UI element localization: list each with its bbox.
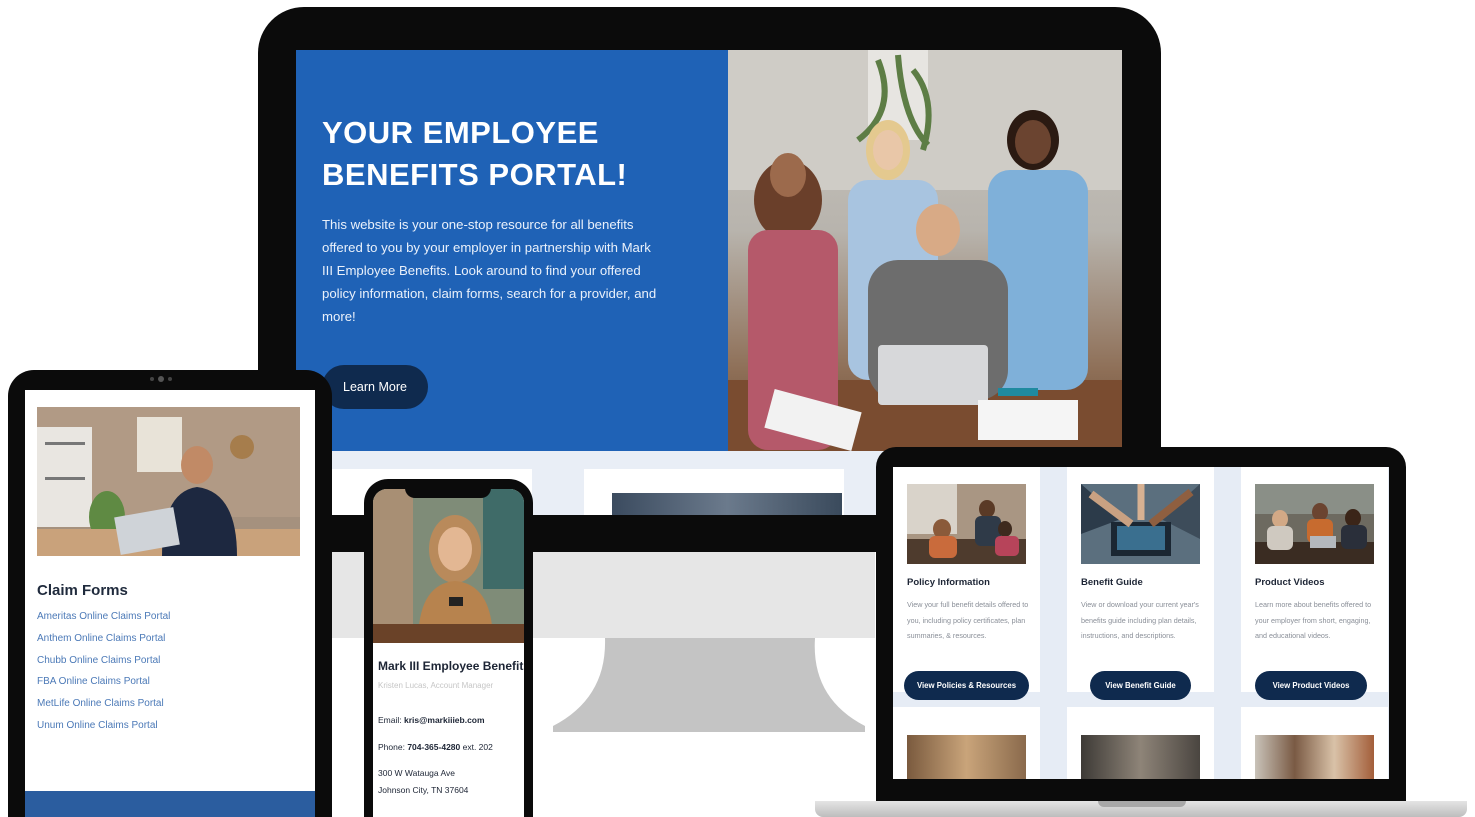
tablet-sensor-dot xyxy=(168,377,172,381)
second-row-photo-2 xyxy=(1081,735,1200,779)
product-videos-title: Product Videos xyxy=(1255,577,1325,588)
benefit-guide-title: Benefit Guide xyxy=(1081,577,1143,588)
contact-company-name: Mark III Employee Benefits xyxy=(378,659,524,673)
hero-team-photo xyxy=(728,50,1122,451)
claim-forms-heading: Claim Forms xyxy=(37,582,128,599)
office-photo-illustration xyxy=(37,407,300,556)
hero-panel: YOUR EMPLOYEE BENEFITS PORTAL! This webs… xyxy=(296,50,728,451)
group-laptop-illustration xyxy=(1255,484,1374,564)
hero-title: YOUR EMPLOYEE BENEFITS PORTAL! xyxy=(322,112,702,196)
second-row-card-1 xyxy=(893,707,1040,779)
benefit-guide-card: Benefit Guide View or download your curr… xyxy=(1067,467,1214,700)
fba-claims-link[interactable]: FBA Online Claims Portal xyxy=(37,676,150,687)
meeting-photo-illustration xyxy=(907,484,1026,564)
second-row-photo-1 xyxy=(907,735,1026,779)
phone-number-link[interactable]: 704-365-4280 xyxy=(407,742,460,752)
tablet-office-photo xyxy=(37,407,300,556)
tablet-screen: Claim Forms Ameritas Online Claims Porta… xyxy=(25,390,315,817)
tablet-footer-bar xyxy=(25,791,315,817)
learn-more-button[interactable]: Learn More xyxy=(322,365,428,409)
desktop-screen: YOUR EMPLOYEE BENEFITS PORTAL! This webs… xyxy=(296,50,1122,515)
address-line-1: 300 W Watauga Ave xyxy=(378,768,456,778)
ameritas-claims-link[interactable]: Ameritas Online Claims Portal xyxy=(37,611,170,622)
benefit-guide-photo xyxy=(1081,484,1200,564)
below-card-middle xyxy=(584,469,844,515)
view-benefit-guide-button[interactable]: View Benefit Guide xyxy=(1090,671,1191,700)
tablet-camera-dot xyxy=(150,377,154,381)
contact-phone-row: Phone: 704-365-4280 ext. 202 xyxy=(378,742,493,752)
view-product-videos-button[interactable]: View Product Videos xyxy=(1255,671,1367,700)
second-row-card-3 xyxy=(1241,707,1388,779)
laptop-base-notch xyxy=(1098,801,1186,807)
policy-information-card: Policy Information View your full benefi… xyxy=(893,467,1040,700)
policy-card-photo xyxy=(907,484,1026,564)
product-videos-description: Learn more about benefits offered to you… xyxy=(1255,600,1372,640)
phone-screen: Mark III Employee Benefits Kristen Lucas… xyxy=(373,489,524,817)
desktop-stand xyxy=(553,638,865,732)
second-row-photo-3 xyxy=(1255,735,1374,779)
anthem-claims-link[interactable]: Anthem Online Claims Portal xyxy=(37,633,165,644)
tablet-camera-icon xyxy=(158,376,164,382)
team-photo-illustration xyxy=(728,50,1122,451)
below-card-photo-strip xyxy=(612,493,842,515)
contact-photo-illustration xyxy=(373,489,524,643)
product-videos-photo xyxy=(1255,484,1374,564)
second-row-card-2 xyxy=(1067,707,1214,779)
email-link[interactable]: kris@markiiieb.com xyxy=(404,715,485,725)
product-videos-card: Product Videos Learn more about benefits… xyxy=(1241,467,1388,700)
policy-information-title: Policy Information xyxy=(907,577,990,588)
address-line-2: Johnson City, TN 37604 xyxy=(378,785,469,795)
contact-email-row: Email: kris@markiiieb.com xyxy=(378,715,485,725)
view-policies-button[interactable]: View Policies & Resources xyxy=(904,671,1029,700)
hands-laptop-illustration xyxy=(1081,484,1200,564)
benefit-guide-description: View or download your current year's ben… xyxy=(1081,600,1199,640)
phone-notch xyxy=(405,482,491,498)
email-label: Email: xyxy=(378,715,404,725)
laptop-screen: Policy Information View your full benefi… xyxy=(893,467,1389,779)
phone-contact-photo xyxy=(373,489,524,643)
unum-claims-link[interactable]: Unum Online Claims Portal xyxy=(37,720,158,731)
contact-person-title: Kristen Lucas, Account Manager xyxy=(378,681,494,690)
hero-title-line2: BENEFITS PORTAL! xyxy=(322,157,628,192)
hero-title-line1: YOUR EMPLOYEE xyxy=(322,115,599,150)
phone-extension: ext. 202 xyxy=(460,742,493,752)
policy-information-description: View your full benefit details offered t… xyxy=(907,600,1029,640)
chubb-claims-link[interactable]: Chubb Online Claims Portal xyxy=(37,655,160,666)
hero-description: This website is your one-stop resource f… xyxy=(322,217,657,324)
metlife-claims-link[interactable]: MetLife Online Claims Portal xyxy=(37,698,164,709)
phone-label: Phone: xyxy=(378,742,408,752)
